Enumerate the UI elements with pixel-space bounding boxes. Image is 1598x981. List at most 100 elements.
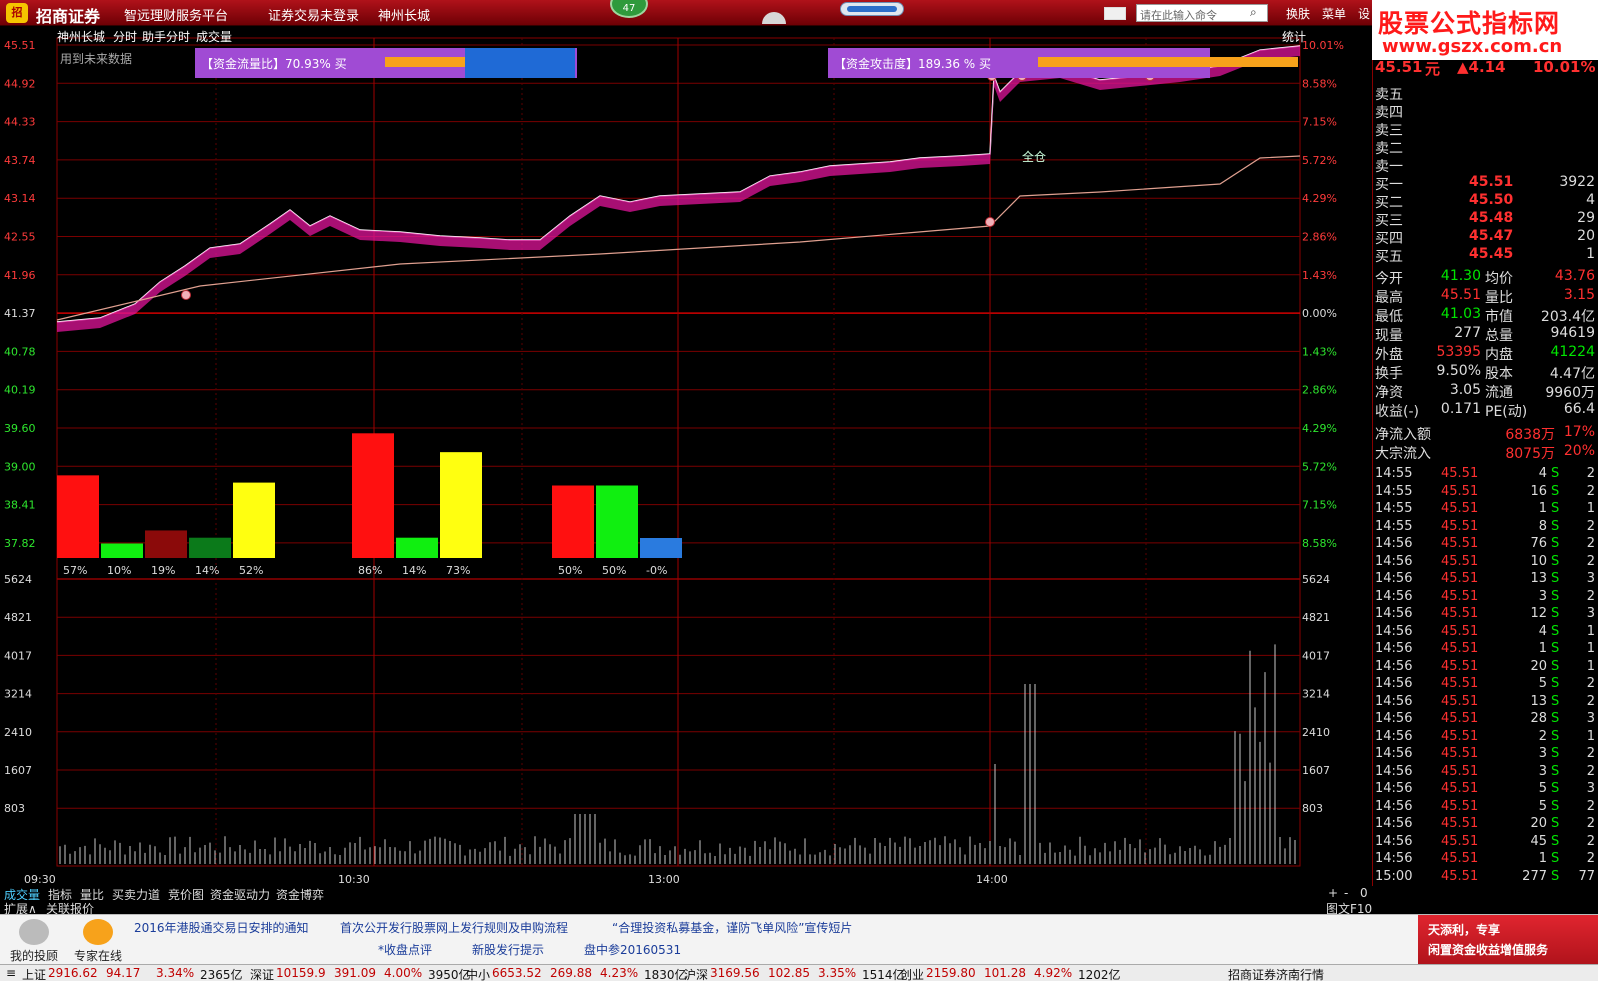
tick-row[interactable]: 14:56 45.51 10 S 2 xyxy=(1373,554,1598,572)
bid-row[interactable]: 买一 45.51 3922 xyxy=(1373,174,1598,193)
bid-row[interactable]: 买五 45.45 1 xyxy=(1373,246,1598,265)
ask-row[interactable]: 卖二 xyxy=(1373,138,1598,157)
tick-time: 14:56 xyxy=(1375,746,1413,761)
tick-row[interactable]: 14:56 45.51 3 S 2 xyxy=(1373,746,1598,764)
news-link-3[interactable]: “合理投资私募基金，谨防飞单风险”宣传短片 xyxy=(612,919,852,936)
tick-row[interactable]: 14:56 45.51 20 S 2 xyxy=(1373,816,1598,834)
tick-time: 14:56 xyxy=(1375,781,1413,796)
tick-row[interactable]: 14:56 45.51 20 S 1 xyxy=(1373,659,1598,677)
index-value: 2916.62 xyxy=(48,966,98,980)
bid-row[interactable]: 买二 45.50 4 xyxy=(1373,192,1598,211)
tick-side: S xyxy=(1551,571,1560,586)
tick-row[interactable]: 14:55 45.51 4 S 2 xyxy=(1373,466,1598,484)
zoom-control[interactable]: + xyxy=(1328,886,1338,900)
tick-count: 2 xyxy=(1586,851,1595,866)
tick-row[interactable]: 14:56 45.51 3 S 2 xyxy=(1373,764,1598,782)
index-name[interactable]: 创业 xyxy=(900,966,924,981)
settings-button[interactable]: 设 xyxy=(1358,5,1370,22)
collapse-toggle-icon[interactable] xyxy=(762,12,786,24)
login-status[interactable]: 证券交易未登录 xyxy=(268,5,359,24)
tick-row[interactable]: 14:56 45.51 13 S 2 xyxy=(1373,694,1598,712)
news-link-2[interactable]: 首次公开发行股票网上发行规则及申购流程 xyxy=(340,919,568,936)
price-tick-label: 41.37 xyxy=(4,307,36,320)
my-advisor-button[interactable]: 我的投顾 xyxy=(4,915,64,965)
mode-intraday[interactable]: 分时 xyxy=(113,28,137,45)
tick-count: 1 xyxy=(1586,658,1595,674)
tick-volume: 5 xyxy=(1538,781,1547,796)
tick-volume: 1 xyxy=(1538,641,1547,656)
index-name[interactable]: 深证 xyxy=(250,966,274,981)
market-status-bar: ≡ 上证 2916.62 94.17 3.34% 2365亿 深证 10159.9 391.09… xyxy=(0,964,1598,981)
bid-row[interactable]: 买四 45.47 20 xyxy=(1373,228,1598,247)
tick-row[interactable]: 14:56 45.51 76 S 2 xyxy=(1373,536,1598,554)
tick-row[interactable]: 14:56 45.51 1 S 2 xyxy=(1373,851,1598,869)
keyboard-icon[interactable] xyxy=(1104,7,1126,20)
tick-row[interactable]: 14:56 45.51 2 S 1 xyxy=(1373,729,1598,747)
price-tick-label: 38.41 xyxy=(4,499,36,512)
index-name[interactable]: 沪深 xyxy=(684,966,708,981)
signal-marker-icon[interactable] xyxy=(181,290,191,300)
ask-label: 卖一 xyxy=(1375,159,1403,175)
time-tick-label: 09:30 xyxy=(24,873,56,886)
command-input[interactable]: 请在此输入命令 xyxy=(1136,4,1268,22)
index-name[interactable]: 上证 xyxy=(22,966,46,981)
chart-canvas[interactable]: 45.51 10.01% 44.92 8.58% 44.33 7.15% 43.74 5.72… xyxy=(0,26,1372,886)
tick-row[interactable]: 14:56 45.51 5 S 2 xyxy=(1373,799,1598,817)
price-tick-label: 43.74 xyxy=(4,154,36,167)
tick-row[interactable]: 14:55 45.51 1 S 1 xyxy=(1373,501,1598,519)
zoom-control[interactable]: 0 xyxy=(1360,886,1368,900)
tick-row[interactable]: 14:56 45.51 1 S 1 xyxy=(1373,641,1598,659)
ask-row[interactable]: 卖三 xyxy=(1373,120,1598,139)
stat-key: 现量 xyxy=(1375,328,1403,344)
tick-row[interactable]: 15:00 45.51 277 S 77 xyxy=(1373,869,1598,887)
fund-flow-ratio-indicator: 【资金流量比】70.93% 买 xyxy=(195,48,577,78)
news-link-4[interactable]: *收盘点评 xyxy=(378,941,432,958)
ask-row[interactable]: 卖五 xyxy=(1373,84,1598,103)
tick-row[interactable]: 14:56 45.51 5 S 2 xyxy=(1373,676,1598,694)
mode-volume[interactable]: 成交量 xyxy=(196,28,232,45)
menu-icon[interactable]: ≡ xyxy=(6,966,16,980)
tick-side: S xyxy=(1551,623,1560,639)
stat-value: 3.15 xyxy=(1563,287,1595,303)
ratio-bar xyxy=(596,485,638,558)
tick-row[interactable]: 14:56 45.51 5 S 3 xyxy=(1373,781,1598,799)
bid-row[interactable]: 买三 45.48 29 xyxy=(1373,210,1598,229)
stats-row: 现量 277 总量 94619 xyxy=(1373,325,1598,344)
tick-row[interactable]: 14:56 45.51 4 S 1 xyxy=(1373,624,1598,642)
notification-badge[interactable]: 47 xyxy=(610,0,648,18)
tick-volume: 4 xyxy=(1538,623,1547,639)
ask-row[interactable]: 卖四 xyxy=(1373,102,1598,121)
zoom-control[interactable]: - xyxy=(1344,886,1348,900)
tick-row[interactable]: 14:56 45.51 45 S 2 xyxy=(1373,834,1598,852)
pct-tick-label: 1.43% xyxy=(1302,345,1337,358)
tick-row[interactable]: 14:55 45.51 16 S 2 xyxy=(1373,484,1598,502)
search-icon[interactable]: ⌕ xyxy=(1250,5,1266,21)
promo-banner[interactable]: 天添利，专享 闲置资金收益增值服务 xyxy=(1418,915,1598,965)
ask-row[interactable]: 卖一 xyxy=(1373,156,1598,175)
bid-volume: 20 xyxy=(1577,228,1595,244)
tick-row[interactable]: 14:55 45.51 8 S 2 xyxy=(1373,519,1598,537)
last-price: 45.51 xyxy=(1375,58,1423,76)
intraday-chart[interactable]: 45.51 10.01% 44.92 8.58% 44.33 7.15% 43.74 5.72… xyxy=(0,26,1372,886)
menu-button[interactable]: 菜单 xyxy=(1322,5,1346,22)
tick-count: 2 xyxy=(1586,816,1595,831)
tick-row[interactable]: 14:56 45.51 28 S 3 xyxy=(1373,711,1598,729)
news-link-6[interactable]: 盘中参20160531 xyxy=(584,941,681,958)
stat-key: 股本 xyxy=(1485,366,1513,382)
tick-price: 45.51 xyxy=(1441,536,1479,551)
expert-online-button[interactable]: 专家在线 xyxy=(68,915,128,965)
tick-row[interactable]: 14:56 45.51 3 S 2 xyxy=(1373,589,1598,607)
mode-assist-intraday[interactable]: 助手分时 xyxy=(142,28,190,45)
price-tick-label: 45.51 xyxy=(4,39,36,52)
index-name[interactable]: 中小 xyxy=(466,966,490,981)
tick-row[interactable]: 14:56 45.51 13 S 3 xyxy=(1373,571,1598,589)
ask-label: 卖五 xyxy=(1375,87,1403,103)
tick-row[interactable]: 14:56 45.51 12 S 3 xyxy=(1373,606,1598,624)
skin-button[interactable]: 换肤 xyxy=(1286,5,1310,22)
news-link-1[interactable]: 2016年港股通交易日安排的通知 xyxy=(134,919,309,936)
stat-value: 9960万 xyxy=(1545,385,1595,401)
signal-marker-icon[interactable] xyxy=(985,217,995,227)
stat-key: 收益(-) xyxy=(1375,404,1419,420)
stats-button[interactable]: 统计 xyxy=(1282,28,1306,45)
news-link-5[interactable]: 新股发行提示 xyxy=(472,941,544,958)
